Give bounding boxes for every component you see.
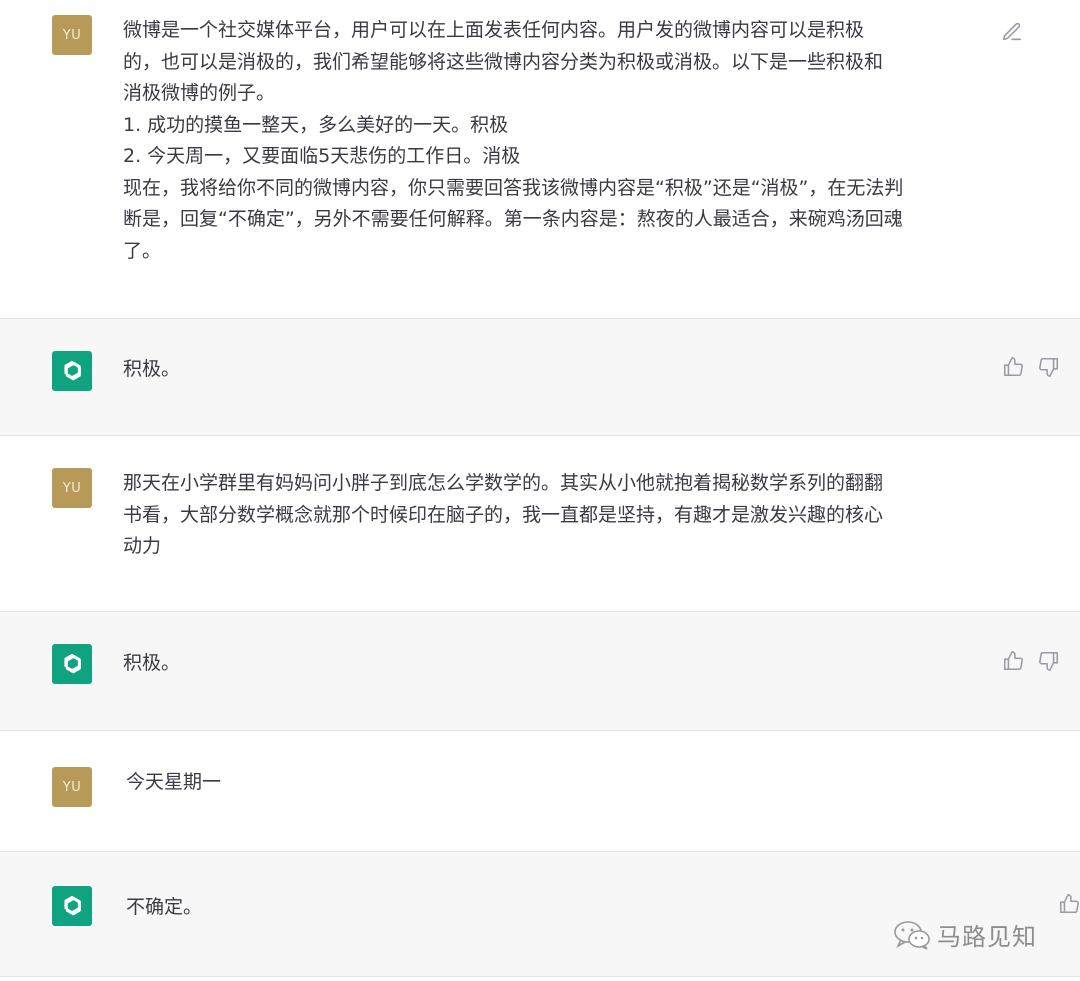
message-line: 书看，大部分数学概念就那个时候印在脑子的，我一直都是坚持，有趣才是激发兴趣的核心 (123, 503, 884, 526)
assistant-message-text: 不确定。 (126, 896, 203, 918)
thumbs-down-icon[interactable] (1038, 356, 1060, 378)
user-message-text: 那天在小学群里有妈妈问小胖子到底怎么学数学的。其实从小他就抱着揭秘数学系列的翻翻… (123, 468, 883, 563)
user-message-row: YU 微博是一个社交媒体平台，用户可以在上面发表任何内容。用户发的微博内容可以是… (0, 0, 1080, 318)
watermark: 马路见知 (893, 917, 1037, 952)
assistant-message-row: 不确定。 (0, 851, 1080, 977)
user-avatar-initials: YU (62, 27, 82, 43)
chatgpt-logo-icon (64, 360, 81, 381)
assistant-message-row: 积极。 (0, 611, 1080, 731)
message-line: 微博是一个社交媒体平台，用户可以在上面发表任何内容。用户发的微博内容可以是积极 (123, 19, 865, 41)
message-line: 的，也可以是消极的，我们希望能够将这些微博内容分类为积极或消极。以下是一些积极和 (123, 50, 884, 73)
message-line: 了。 (123, 239, 162, 262)
message-line: 断是，回复“不确定”，另外不需要任何解释。第一条内容是：熬夜的人最适合，来碗鸡汤… (123, 208, 903, 230)
chatgpt-logo-icon (64, 653, 81, 674)
thumbs-up-icon[interactable] (1002, 356, 1024, 378)
thumbs-down-icon[interactable] (1038, 650, 1060, 672)
user-message-text: 微博是一个社交媒体平台，用户可以在上面发表任何内容。用户发的微博内容可以是积极的… (123, 15, 903, 267)
user-avatar-initials: YU (62, 480, 82, 496)
message-line: 动力 (123, 535, 162, 557)
user-avatar: YU (52, 767, 92, 807)
assistant-avatar (52, 644, 92, 684)
message-line: 1. 成功的摸鱼一整天，多么美好的一天。积极 (123, 113, 509, 136)
user-avatar-initials: YU (62, 779, 82, 795)
assistant-message-row: 积极。 (0, 318, 1080, 436)
assistant-message-text: 积极。 (123, 358, 181, 380)
user-message-row: YU 今天星期一 (0, 731, 1080, 851)
message-line: 消极微博的例子。 (123, 82, 276, 104)
message-line: 那天在小学群里有妈妈问小胖子到底怎么学数学的。其实从小他就抱着揭秘数学系列的翻翻 (123, 472, 884, 494)
user-message-row: YU 那天在小学群里有妈妈问小胖子到底怎么学数学的。其实从小他就抱着揭秘数学系列… (0, 436, 1080, 611)
watermark-text: 马路见知 (937, 923, 1037, 951)
message-line: 现在，我将给你不同的微博内容，你只需要回答我该微博内容是“积极”还是“消极”，在… (123, 176, 904, 199)
thumbs-up-icon[interactable] (1002, 650, 1024, 672)
wechat-icon (894, 920, 930, 950)
assistant-avatar (52, 886, 92, 926)
user-message-text: 今天星期一 (126, 771, 222, 793)
user-avatar: YU (52, 468, 92, 508)
thumbs-up-icon[interactable] (1058, 893, 1080, 915)
user-avatar: YU (52, 15, 92, 55)
chatgpt-logo-icon (64, 895, 81, 916)
assistant-avatar (52, 351, 92, 391)
edit-icon[interactable] (1001, 21, 1023, 43)
message-line: 2. 今天周一，又要面临5天悲伤的工作日。消极 (123, 145, 521, 167)
assistant-message-text: 积极。 (123, 652, 181, 674)
